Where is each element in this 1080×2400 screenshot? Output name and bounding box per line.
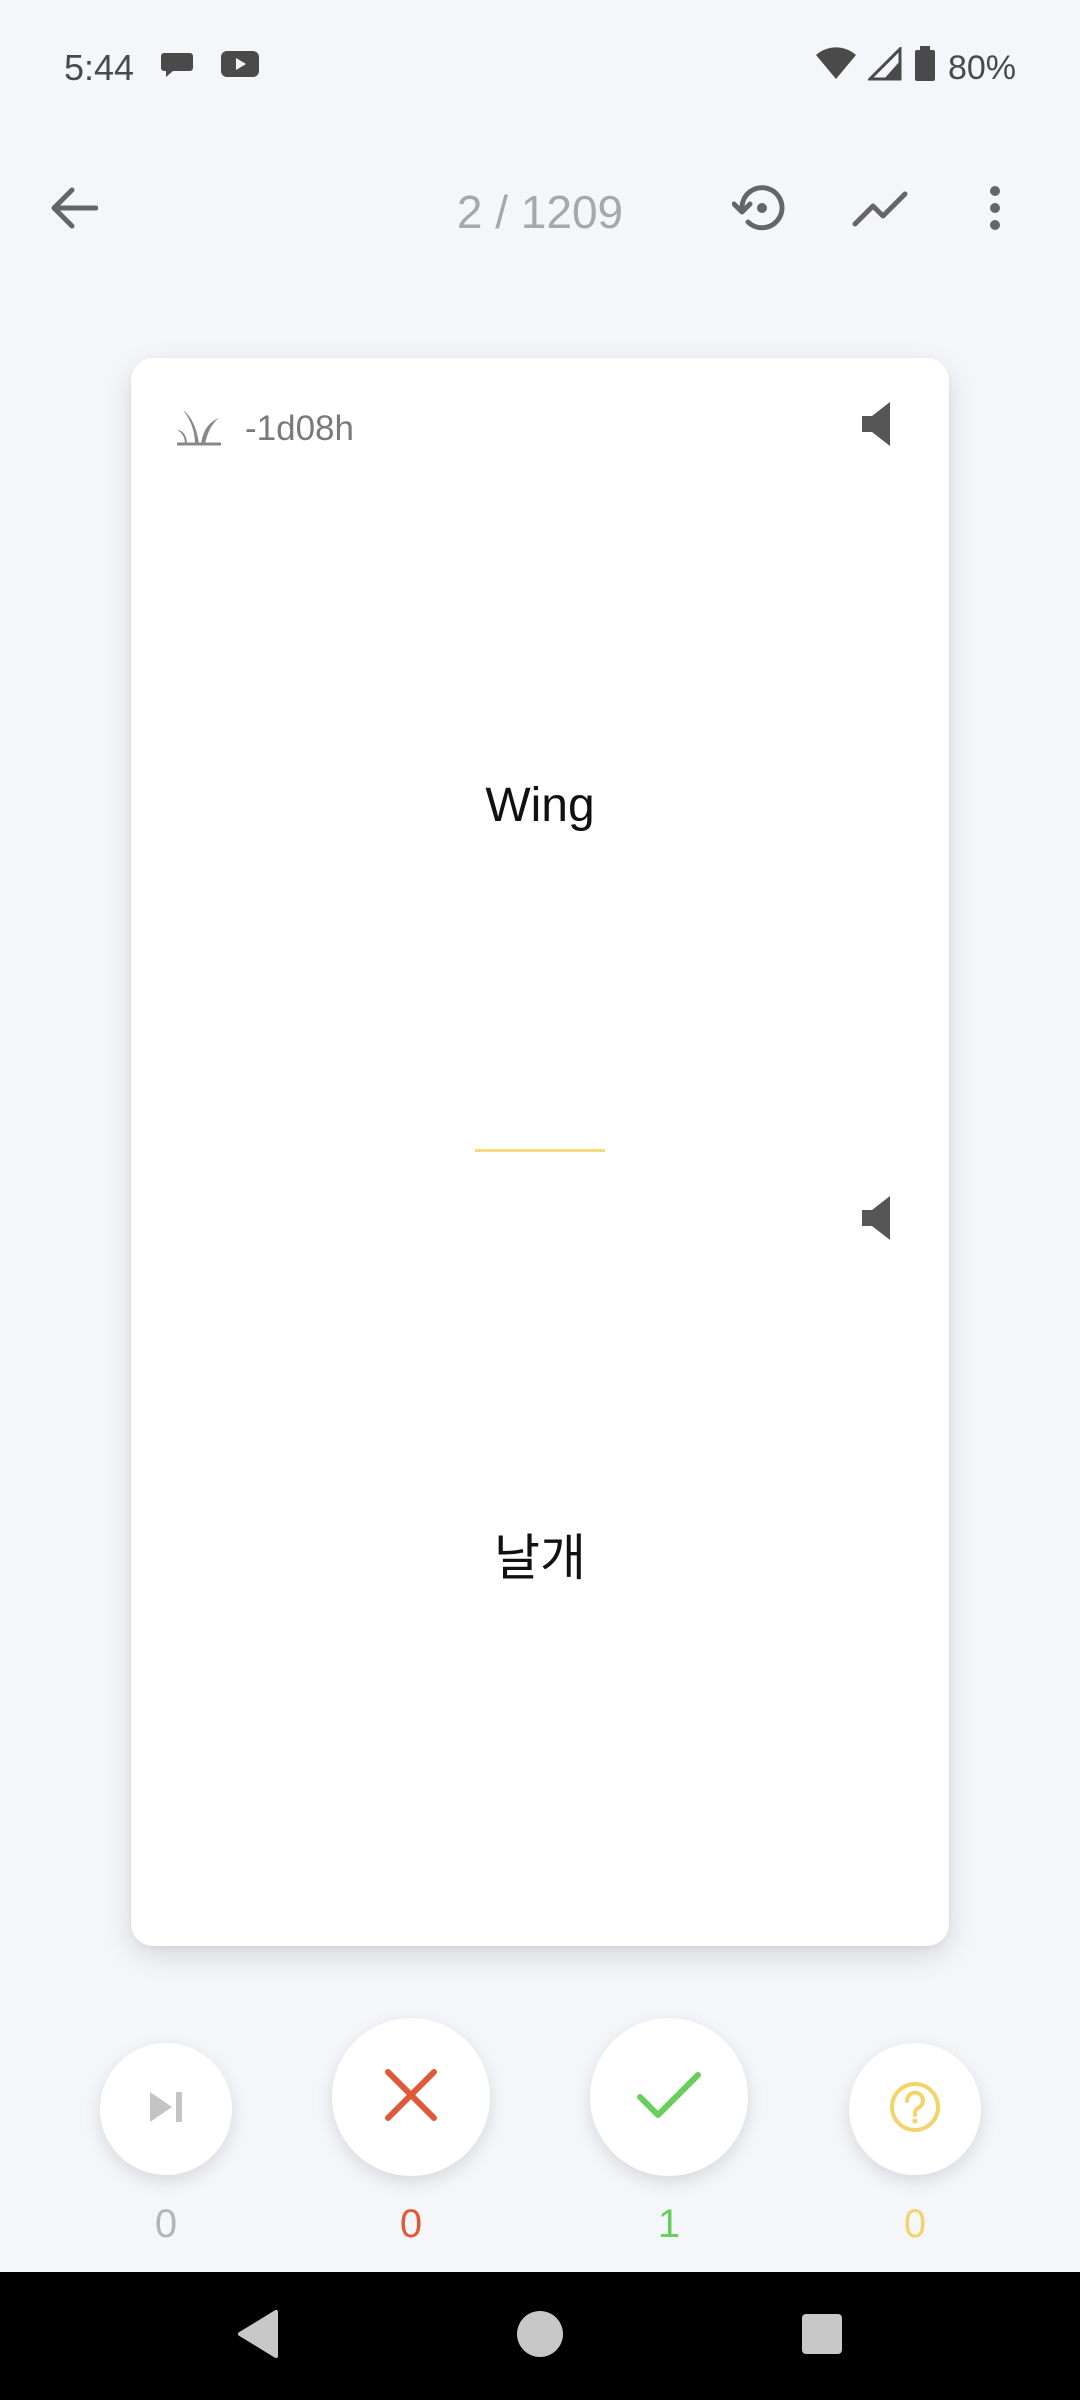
chart-line-icon <box>852 188 908 233</box>
more-button[interactable] <box>945 160 1045 260</box>
skip-next-icon <box>148 2090 184 2129</box>
back-button[interactable] <box>24 160 124 260</box>
system-nav-bar <box>0 2272 1080 2400</box>
battery-icon <box>914 45 936 91</box>
close-icon <box>384 2068 438 2127</box>
status-bar: 5:44 80% <box>0 0 1080 136</box>
skip-button[interactable] <box>100 2043 232 2175</box>
nav-back-icon <box>236 2309 280 2363</box>
front-audio-button[interactable] <box>847 396 907 456</box>
speaker-icon <box>862 1195 892 1245</box>
card-back-text: 날개 <box>494 1529 586 1587</box>
card-front-text: Wing <box>485 779 595 832</box>
history-icon <box>731 182 788 239</box>
skip-count: 0 <box>154 2202 178 2246</box>
check-icon <box>636 2069 702 2126</box>
wrong-count: 0 <box>399 2202 423 2246</box>
correct-button[interactable] <box>590 2018 748 2176</box>
correct-count: 1 <box>657 2202 681 2246</box>
card-meta: -1d08h <box>175 406 354 451</box>
signal-icon <box>866 44 902 90</box>
card-counter: 2 / 1209 <box>456 186 624 238</box>
toolbar: 2 / 1209 <box>0 160 1080 260</box>
battery-percent: 80% <box>947 48 1016 87</box>
wifi-icon <box>815 46 856 90</box>
nav-home-icon <box>516 2310 564 2363</box>
status-time: 5:44 <box>64 47 135 88</box>
nav-back-button[interactable] <box>226 2304 290 2368</box>
unsure-button[interactable] <box>849 2043 981 2175</box>
help-circle-icon <box>888 2080 942 2139</box>
speaker-icon <box>862 401 892 451</box>
history-button[interactable] <box>710 160 810 260</box>
card-due-text: -1d08h <box>245 408 354 448</box>
flashcard[interactable]: -1d08h Wing 날개 <box>131 358 949 1946</box>
chat-bubble-icon <box>160 49 194 88</box>
youtube-icon <box>220 49 260 88</box>
unsure-count: 0 <box>903 2202 927 2246</box>
stats-button[interactable] <box>830 160 930 260</box>
wrong-button[interactable] <box>332 2018 490 2176</box>
nav-recents-icon <box>801 2313 843 2360</box>
sprout-icon <box>175 406 223 451</box>
back-arrow-icon <box>50 186 99 235</box>
card-divider <box>475 1149 605 1152</box>
nav-home-button[interactable] <box>508 2304 572 2368</box>
nav-recents-button[interactable] <box>790 2304 854 2368</box>
back-audio-button[interactable] <box>847 1190 907 1250</box>
more-vert-icon <box>988 185 1002 236</box>
